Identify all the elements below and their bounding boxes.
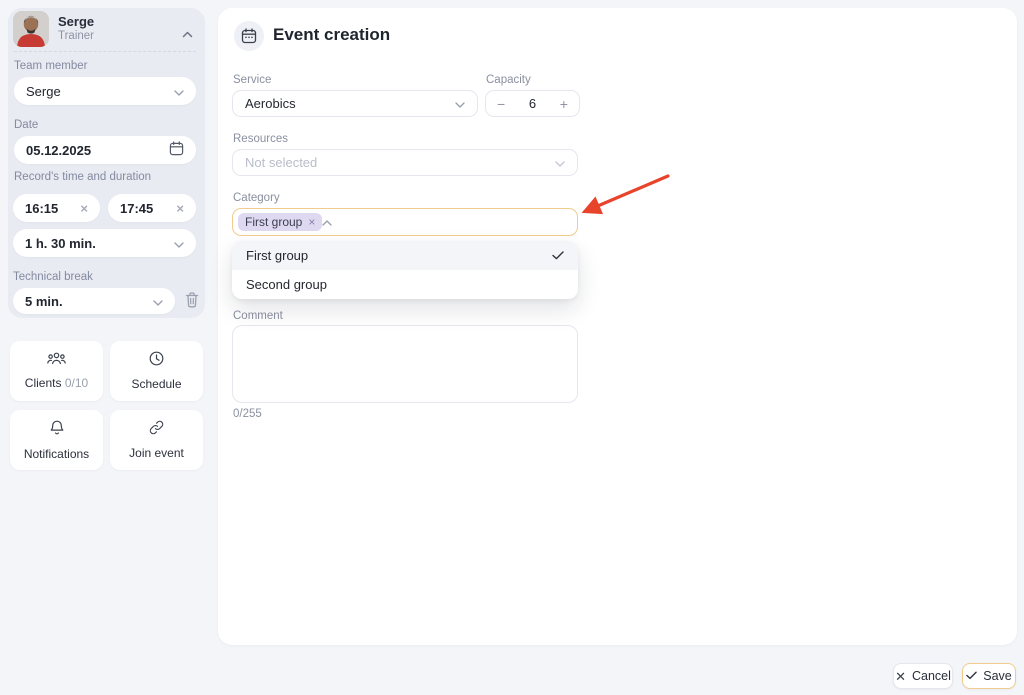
save-button-label: Save: [983, 669, 1012, 683]
event-creation-panel: Event creation Service Aerobics Capacity…: [218, 8, 1017, 645]
team-member-select[interactable]: Serge: [14, 77, 196, 105]
clients-card[interactable]: Clients 0/10: [10, 341, 103, 401]
notifications-card-label: Notifications: [24, 447, 89, 461]
duration-select[interactable]: 1 h. 30 min.: [13, 229, 196, 257]
team-member-value: Serge: [26, 84, 61, 99]
date-value: 05.12.2025: [26, 143, 91, 158]
service-select[interactable]: Aerobics: [232, 90, 478, 117]
page-title: Event creation: [273, 25, 390, 45]
chevron-down-icon: [174, 236, 184, 251]
trainer-sidebar-panel: Serge Trainer Team member Serge Date 05.…: [8, 8, 205, 318]
collapse-chevron-up-icon[interactable]: [182, 25, 193, 43]
clients-count-badge: 0/10: [65, 376, 88, 390]
user-name: Serge: [58, 14, 94, 29]
clear-start-time-icon[interactable]: ×: [80, 202, 88, 215]
start-time-input[interactable]: 16:15 ×: [13, 194, 100, 222]
option-second-group[interactable]: Second group: [232, 270, 578, 299]
check-icon: [966, 669, 977, 683]
save-button[interactable]: Save: [962, 663, 1016, 689]
delete-break-trash-icon[interactable]: [185, 292, 199, 313]
chevron-down-icon: [455, 96, 465, 111]
option-first-group-label: First group: [246, 248, 308, 263]
duration-value: 1 h. 30 min.: [25, 236, 96, 251]
check-icon: [552, 248, 564, 263]
event-calendar-icon: [234, 21, 264, 51]
link-icon: [149, 420, 164, 440]
option-first-group[interactable]: First group: [232, 241, 578, 270]
date-label: Date: [14, 119, 38, 131]
category-tag: First group ×: [238, 213, 322, 231]
end-time-input[interactable]: 17:45 ×: [108, 194, 196, 222]
people-icon: [47, 352, 66, 370]
comment-label: Comment: [233, 310, 283, 322]
chevron-down-icon: [555, 155, 565, 170]
resources-label: Resources: [233, 133, 288, 145]
category-label: Category: [233, 192, 280, 204]
date-input[interactable]: 05.12.2025: [14, 136, 196, 164]
join-event-card-label: Join event: [129, 446, 184, 460]
chevron-up-icon[interactable]: [322, 213, 332, 231]
technical-break-label: Technical break: [13, 271, 93, 283]
join-event-card[interactable]: Join event: [110, 410, 203, 470]
service-value: Aerobics: [245, 96, 296, 111]
comment-textarea[interactable]: [232, 325, 578, 403]
capacity-stepper: − 6 +: [485, 90, 580, 117]
resources-select[interactable]: Not selected: [232, 149, 578, 176]
team-member-label: Team member: [14, 60, 88, 72]
category-tag-label: First group: [245, 215, 302, 229]
capacity-value: 6: [529, 96, 536, 111]
clear-end-time-icon[interactable]: ×: [176, 202, 184, 215]
cancel-button[interactable]: ✕ Cancel: [893, 663, 953, 689]
avatar: [13, 11, 49, 47]
capacity-decrease-button[interactable]: −: [497, 96, 505, 112]
notifications-card[interactable]: Notifications: [10, 410, 103, 470]
cancel-button-label: Cancel: [912, 669, 951, 683]
capacity-label: Capacity: [486, 74, 531, 86]
comment-char-counter: 0/255: [233, 408, 262, 420]
bell-icon: [50, 420, 64, 441]
schedule-card-label: Schedule: [131, 377, 181, 391]
capacity-increase-button[interactable]: +: [560, 96, 568, 112]
record-time-label: Record's time and duration: [14, 171, 151, 183]
schedule-card[interactable]: Schedule: [110, 341, 203, 401]
service-label: Service: [233, 74, 271, 86]
clock-icon: [149, 351, 164, 371]
divider: [14, 51, 196, 52]
action-cards: Clients 0/10 Schedule Notifications Join…: [10, 341, 203, 470]
end-time-value: 17:45: [120, 201, 153, 216]
close-icon: ✕: [895, 670, 906, 683]
clients-label-text: Clients: [25, 376, 62, 390]
clients-card-label: Clients 0/10: [25, 376, 88, 390]
calendar-icon: [169, 141, 184, 159]
resources-placeholder: Not selected: [245, 155, 317, 170]
chevron-down-icon: [153, 294, 163, 309]
option-second-group-label: Second group: [246, 277, 327, 292]
technical-break-select[interactable]: 5 min.: [13, 288, 175, 314]
remove-tag-icon[interactable]: ×: [308, 215, 315, 229]
category-multiselect[interactable]: First group ×: [232, 208, 578, 236]
technical-break-value: 5 min.: [25, 294, 63, 309]
start-time-value: 16:15: [25, 201, 58, 216]
chevron-down-icon: [174, 84, 184, 99]
category-options-dropdown: First group Second group: [232, 241, 578, 299]
user-role: Trainer: [58, 30, 94, 42]
